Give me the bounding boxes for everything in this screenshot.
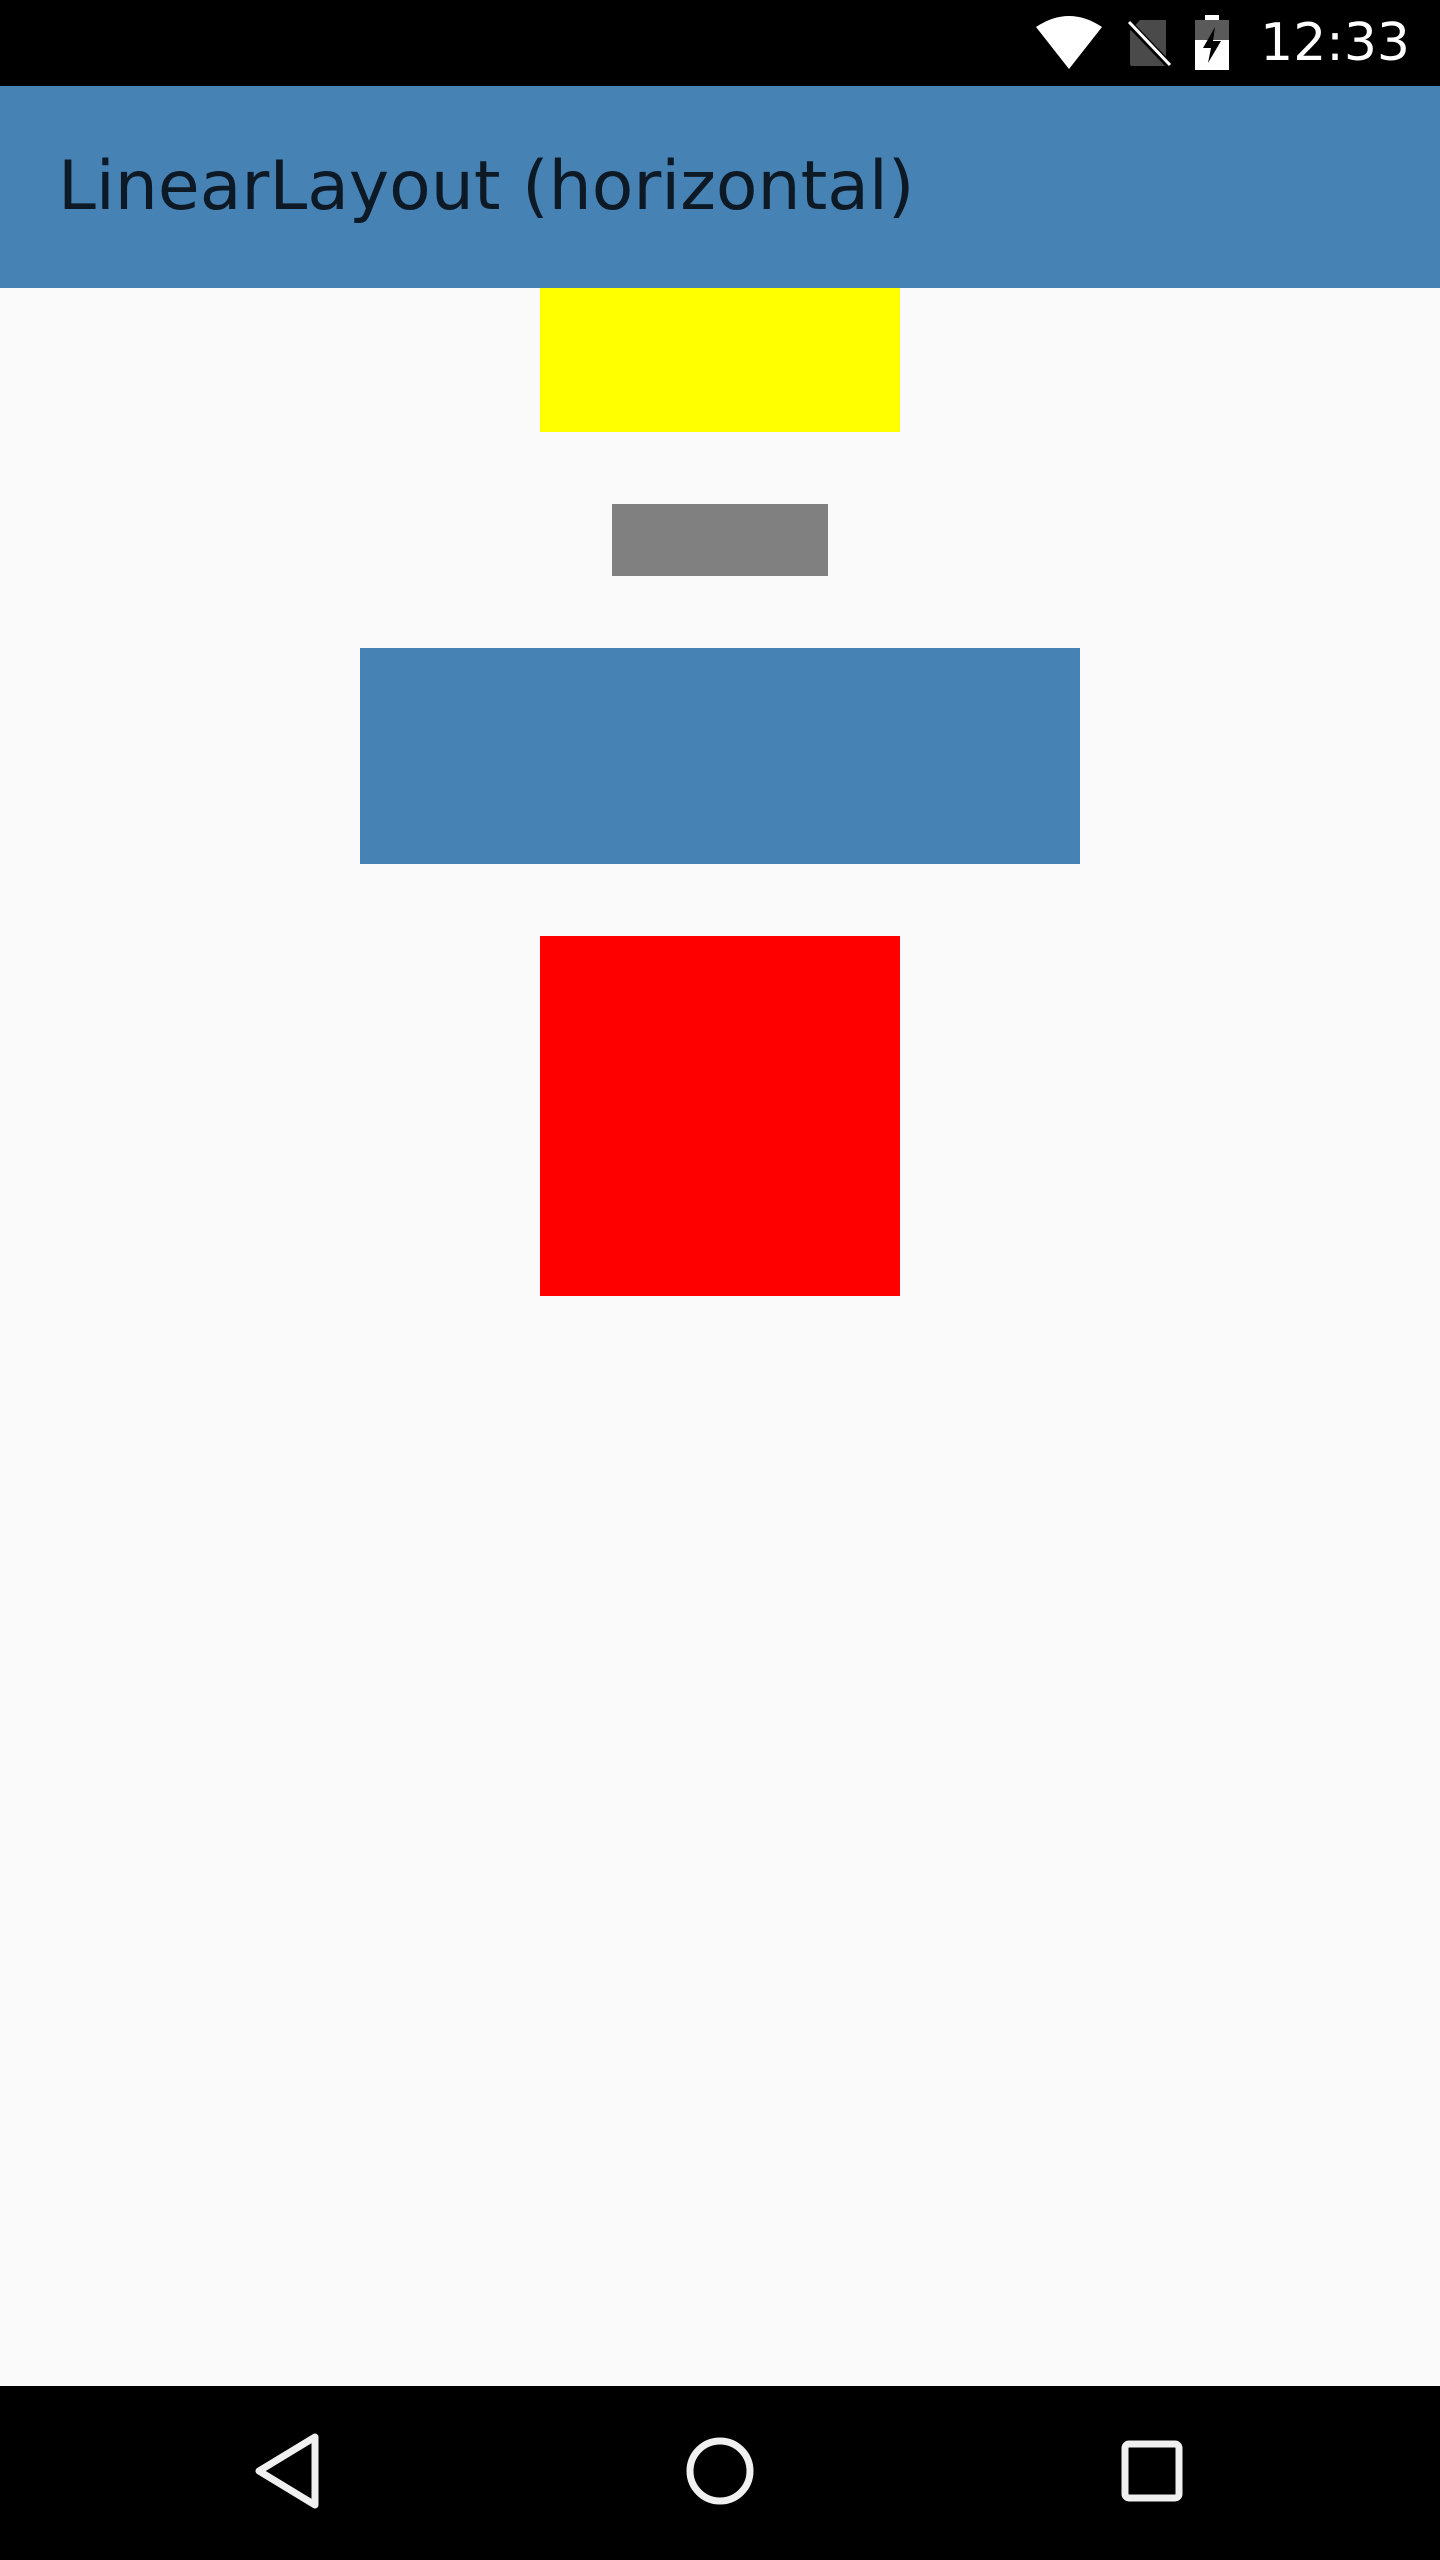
recent-apps-button[interactable]: [1092, 2413, 1212, 2533]
back-button[interactable]: [228, 2413, 348, 2533]
red-box: [540, 936, 900, 1296]
back-icon: [253, 2433, 323, 2514]
status-bar: 12:33: [0, 0, 1440, 86]
status-time: 12:33: [1260, 13, 1410, 73]
linear-layout-content: [0, 288, 1440, 2386]
status-icons: 12:33: [1034, 0, 1410, 86]
home-icon: [684, 2435, 756, 2512]
wifi-icon: [1034, 15, 1104, 71]
battery-charging-icon: [1194, 15, 1230, 71]
navigation-bar: [0, 2386, 1440, 2560]
no-sim-icon: [1126, 18, 1173, 68]
yellow-box: [540, 288, 900, 432]
app-bar: LinearLayout (horizontal): [0, 86, 1440, 288]
gray-box: [612, 504, 828, 576]
home-button[interactable]: [660, 2413, 780, 2533]
blue-box: [360, 648, 1080, 864]
recent-apps-icon: [1121, 2440, 1183, 2507]
page-title: LinearLayout (horizontal): [58, 147, 915, 226]
